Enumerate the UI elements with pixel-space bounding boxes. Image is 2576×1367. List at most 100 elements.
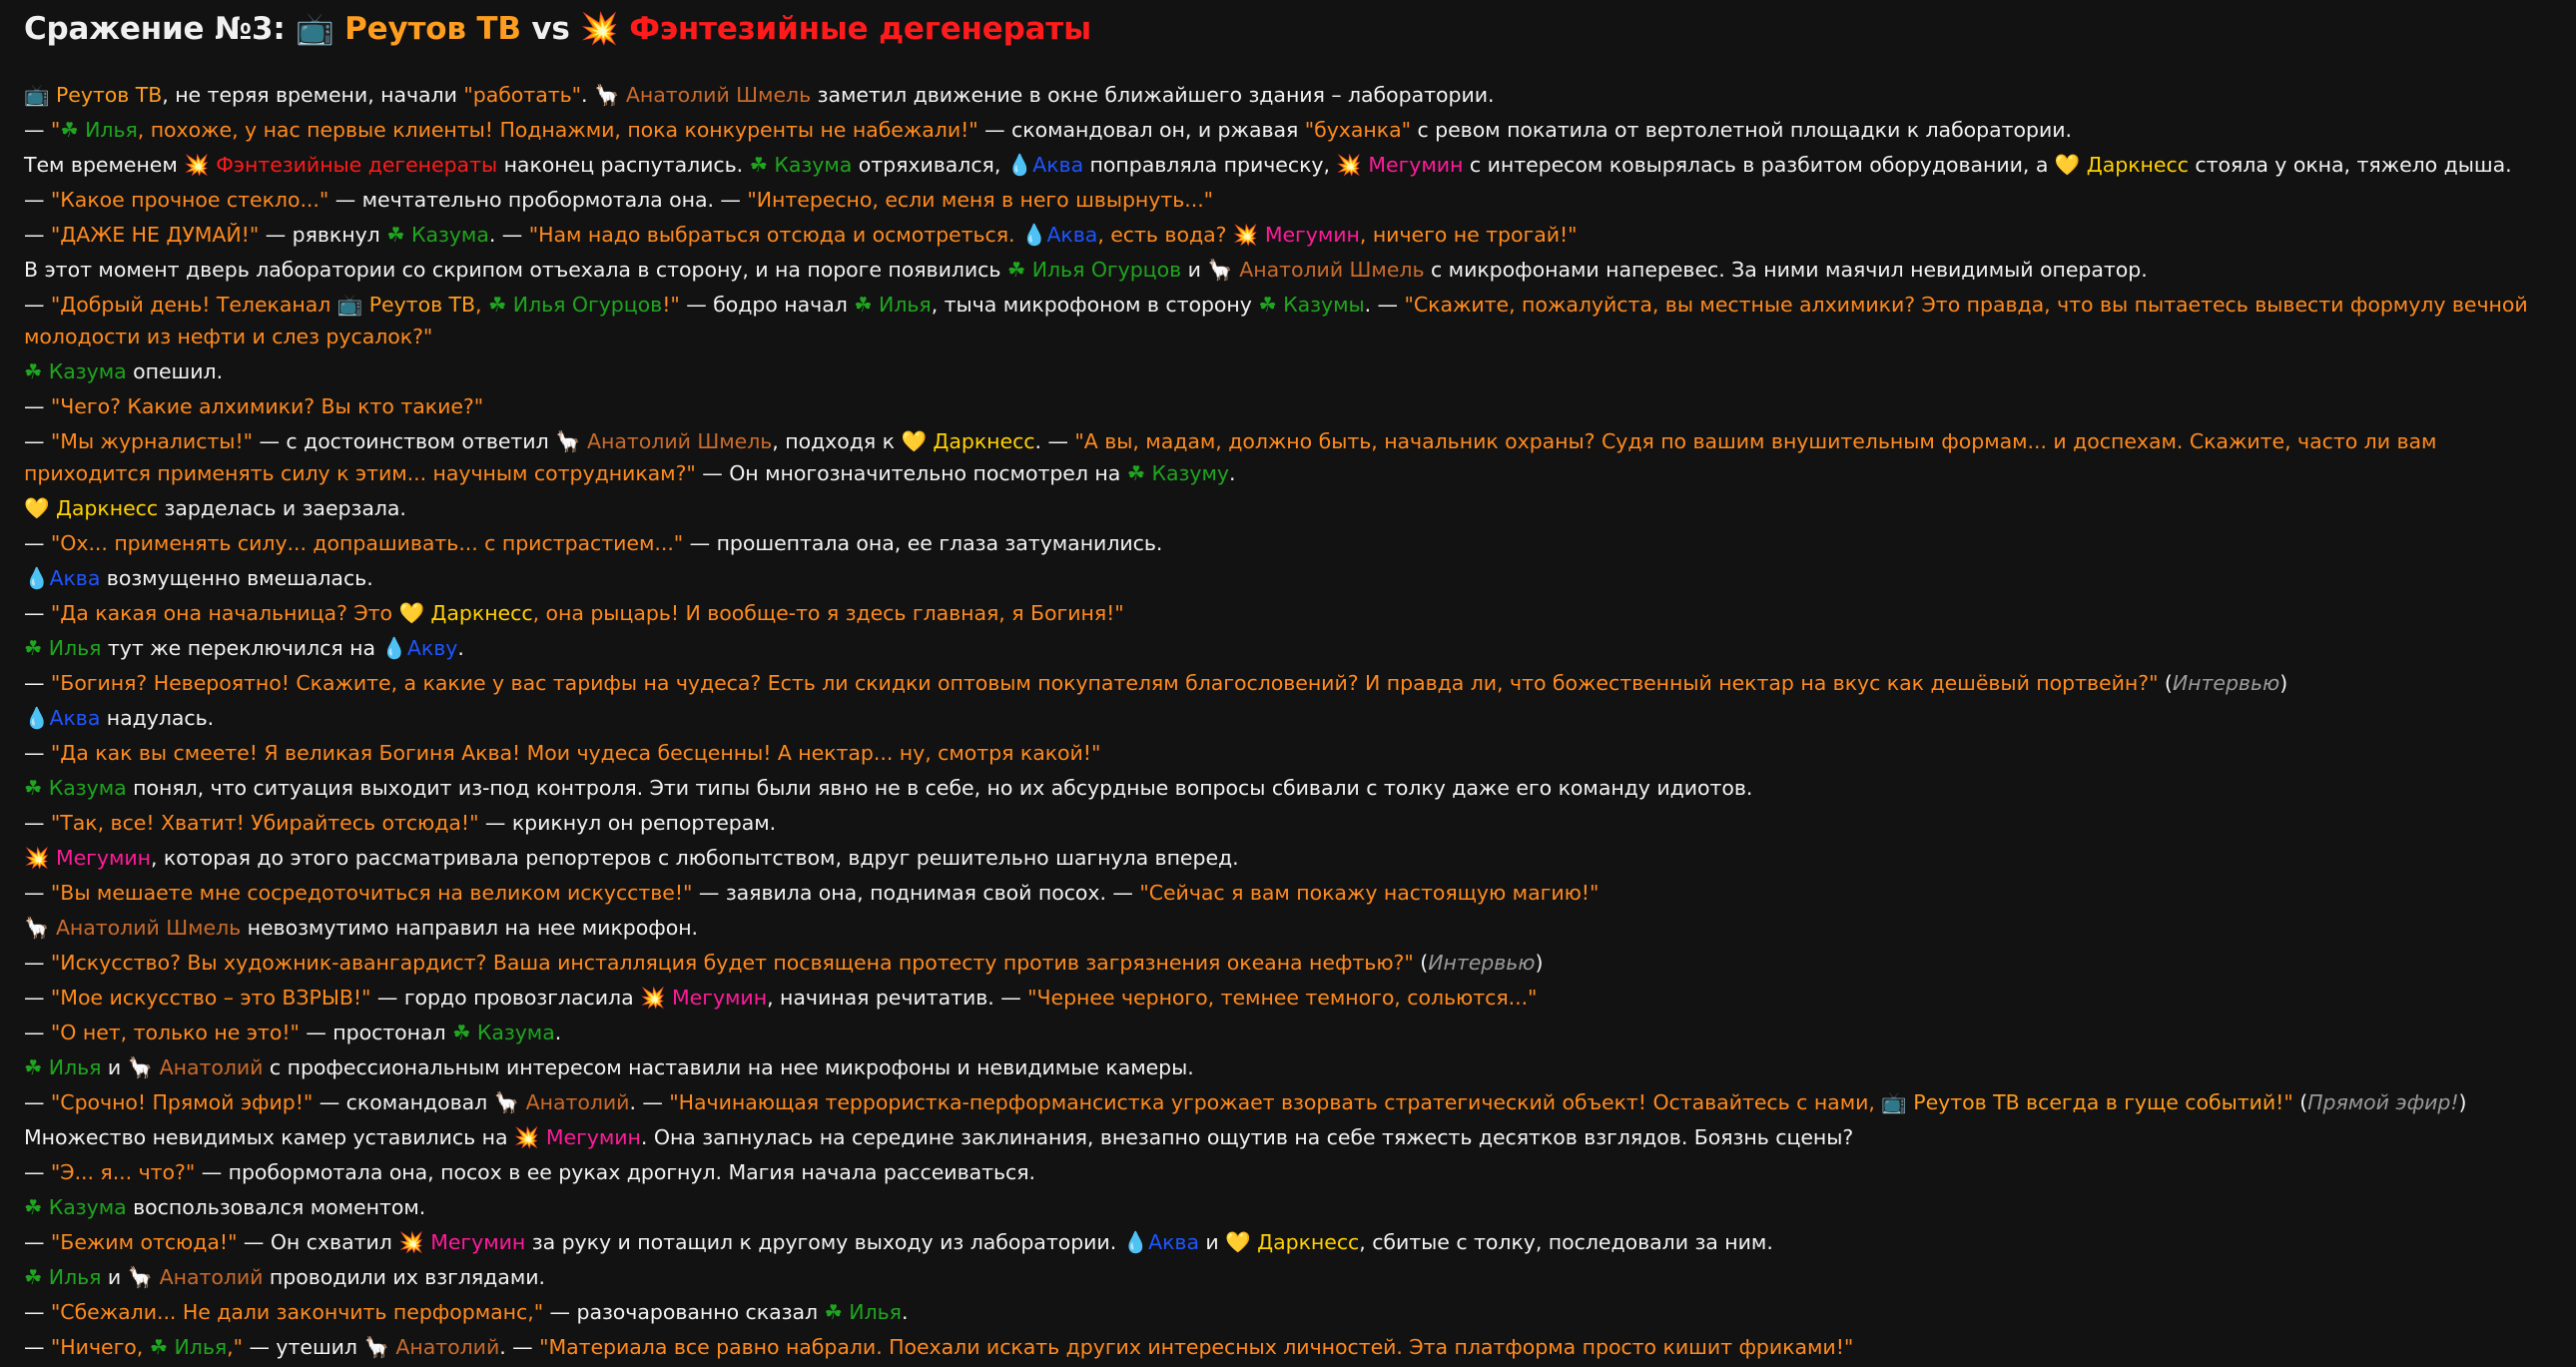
character-name: 💧Аква — [24, 566, 101, 590]
narration-text: и — [1198, 1230, 1226, 1254]
stage-note: Интервью — [2172, 671, 2280, 695]
character-name: 💧Аква — [1006, 153, 1084, 177]
narration-text: — — [24, 118, 51, 142]
team2-name: Фэнтезийные дегенераты — [629, 11, 1091, 47]
character-name: 🦙 Анатолий — [127, 1055, 264, 1079]
story-line: ☘ Илья тут же переключился на 💧Акву. — [24, 633, 2552, 668]
narration-text: надулась. — [100, 706, 215, 730]
character-name: 💧Аква — [24, 706, 101, 730]
character-name: ☘ Казума — [452, 1021, 555, 1044]
narration-text: и — [101, 1265, 128, 1289]
character-name: ☘ Илья — [60, 118, 138, 142]
narration-text: ) — [2458, 1090, 2467, 1114]
narration-text: — — [24, 1160, 51, 1184]
narration-text: с интересом ковырялась в разбитом оборуд… — [1463, 153, 2055, 177]
quote-text: ," — [227, 1335, 244, 1359]
story-line: — "ДАЖЕ НЕ ДУМАЙ!" — рявкнул ☘ Казума. —… — [24, 220, 2552, 255]
quote-text: , есть вода? — [1097, 223, 1233, 247]
narration-text: ) — [2279, 671, 2288, 695]
narration-text: — гордо провозгласила — [370, 986, 641, 1010]
narration-text: — — [24, 394, 51, 418]
narration-text: — — [24, 1230, 51, 1254]
narration-text: — скомандовал — [313, 1090, 494, 1114]
character-name: 🦙 Анатолий — [363, 1335, 500, 1359]
quote-text: "Какое прочное стекло..." — [50, 188, 329, 212]
quote-text: , похоже, у нас первые клиенты! Поднажми… — [137, 118, 978, 142]
story-line: 📺 Реутов ТВ, не теряя времени, начали "р… — [24, 80, 2552, 115]
explosion-icon: 💥 — [580, 11, 619, 47]
narration-text: — мечтательно пробормотала она. — — [328, 188, 748, 212]
story-line: — "Э... я... что?" — пробормотала она, п… — [24, 1157, 2552, 1192]
narration-text: — — [24, 1090, 51, 1114]
story-line: ☘ Илья и 🦙 Анатолий с профессиональным и… — [24, 1052, 2552, 1087]
story-line: — "☘ Илья, похоже, у нас первые клиенты!… — [24, 115, 2552, 150]
story-line: ☘ Казума воспользовался моментом. — [24, 1192, 2552, 1227]
story-line: — "Какое прочное стекло..." — мечтательн… — [24, 185, 2552, 220]
quote-text: "Мы журналисты!" — [50, 429, 253, 453]
narration-text: — пробормотала она, посох в ее руках дро… — [195, 1160, 1036, 1184]
narration-text: понял, что ситуация выходит из-под контр… — [126, 776, 1753, 800]
character-name: ☘ Казумы — [1258, 293, 1365, 317]
story-line: — "Мое искусство – это ВЗРЫВ!" — гордо п… — [24, 983, 2552, 1018]
character-name: ☘ Илья — [854, 293, 932, 317]
character-name: 💥 Фэнтезийные дегенераты — [184, 153, 498, 177]
character-name: 🦙 Анатолий — [493, 1090, 630, 1114]
story-line: Множество невидимых камер уставились на … — [24, 1122, 2552, 1157]
quote-text: "Мое искусство – это ВЗРЫВ!" — [50, 986, 371, 1010]
character-name: ☘ Илья — [24, 1055, 102, 1079]
narration-text: . — — [488, 223, 529, 247]
narration-text: — — [24, 671, 51, 695]
story-line: — "Сбежали... Не дали закончить перформа… — [24, 1297, 2552, 1332]
narration-text: . — — [629, 1090, 670, 1114]
character-name: ☘ Илья Огурцов — [487, 293, 663, 317]
story-line: — "Вы мешаете мне сосредоточиться на вел… — [24, 878, 2552, 913]
quote-text: "Вы мешаете мне сосредоточиться на велик… — [50, 881, 693, 905]
battle-page: Сражение №3: 📺 Реутов ТВ vs 💥 Фэнтезийны… — [0, 0, 2576, 1367]
quote-text: "Срочно! Прямой эфир!" — [50, 1090, 314, 1114]
narration-text: — — [24, 741, 51, 765]
character-name: ☘ Казума — [24, 359, 127, 383]
narration-text: возмущенно вмешалась. — [100, 566, 373, 590]
story-line: — "Ничего, ☘ Илья," — утешил 🦙 Анатолий.… — [24, 1332, 2552, 1367]
narration-text: — — [24, 1021, 51, 1044]
quote-text: "Ох... применять силу... допрашивать... … — [50, 531, 684, 555]
narration-text: . — [901, 1300, 909, 1324]
character-name: 📺 Реутов ТВ — [336, 293, 476, 317]
story-line: — "Срочно! Прямой эфир!" — скомандовал 🦙… — [24, 1087, 2552, 1122]
narration-text: — — [24, 1300, 51, 1324]
character-name: 🦙 Анатолий Шмель — [1207, 258, 1425, 282]
story-line: ☘ Казума понял, что ситуация выходит из-… — [24, 773, 2552, 808]
character-name: ☘ Илья — [824, 1300, 902, 1324]
quote-text: " — [2283, 1090, 2293, 1114]
narration-text: . — — [1034, 429, 1075, 453]
narration-text: ( — [1413, 951, 1429, 975]
story-text: 📺 Реутов ТВ , не теряя времени, начали "р… — [24, 80, 2552, 1367]
narration-text: , не теряя времени, начали — [162, 83, 464, 107]
battle-title: Сражение №3: 📺 Реутов ТВ vs 💥 Фэнтезийны… — [24, 4, 2552, 60]
quote-text: , ничего не трогай!" — [1359, 223, 1578, 247]
narration-text: ) — [1535, 951, 1544, 975]
story-line: 💛 Даркнесс зарделась и заерзала. — [24, 493, 2552, 528]
narration-text: — — [24, 223, 51, 247]
character-name: 💥 Мегумин — [1232, 223, 1360, 247]
narration-text: поправляла прическу, — [1083, 153, 1337, 177]
character-name: ☘ Илья — [149, 1335, 228, 1359]
narration-text: опешил. — [126, 359, 224, 383]
narration-text: наконец распутались. — [497, 153, 750, 177]
character-name: 💥 Мегумин — [24, 846, 151, 870]
narration-text: — утешил — [243, 1335, 364, 1359]
story-line: — "Добрый день! Телеканал 📺 Реутов ТВ, ☘… — [24, 290, 2552, 356]
narration-text: — — [24, 188, 51, 212]
story-line: 💧Аква надулась. — [24, 703, 2552, 738]
quote-text: "Богиня? Невероятно! Скажите, а какие у … — [50, 671, 2159, 695]
character-name: ☘ Илья Огурцов — [1006, 258, 1182, 282]
story-line: — "Да какая она начальница? Это 💛 Даркне… — [24, 598, 2552, 633]
narration-text: ( — [2292, 1090, 2308, 1114]
quote-text: "Сбежали... Не дали закончить перформанс… — [50, 1300, 544, 1324]
quote-text: "Ничего, — [50, 1335, 150, 1359]
character-name: 💛 Даркнесс — [398, 601, 533, 625]
quote-text: , — [475, 293, 488, 317]
quote-text: "работать" — [463, 83, 582, 107]
character-name: 💥 Мегумин — [513, 1125, 641, 1149]
narration-text: зарделась и заерзала. — [158, 496, 406, 520]
